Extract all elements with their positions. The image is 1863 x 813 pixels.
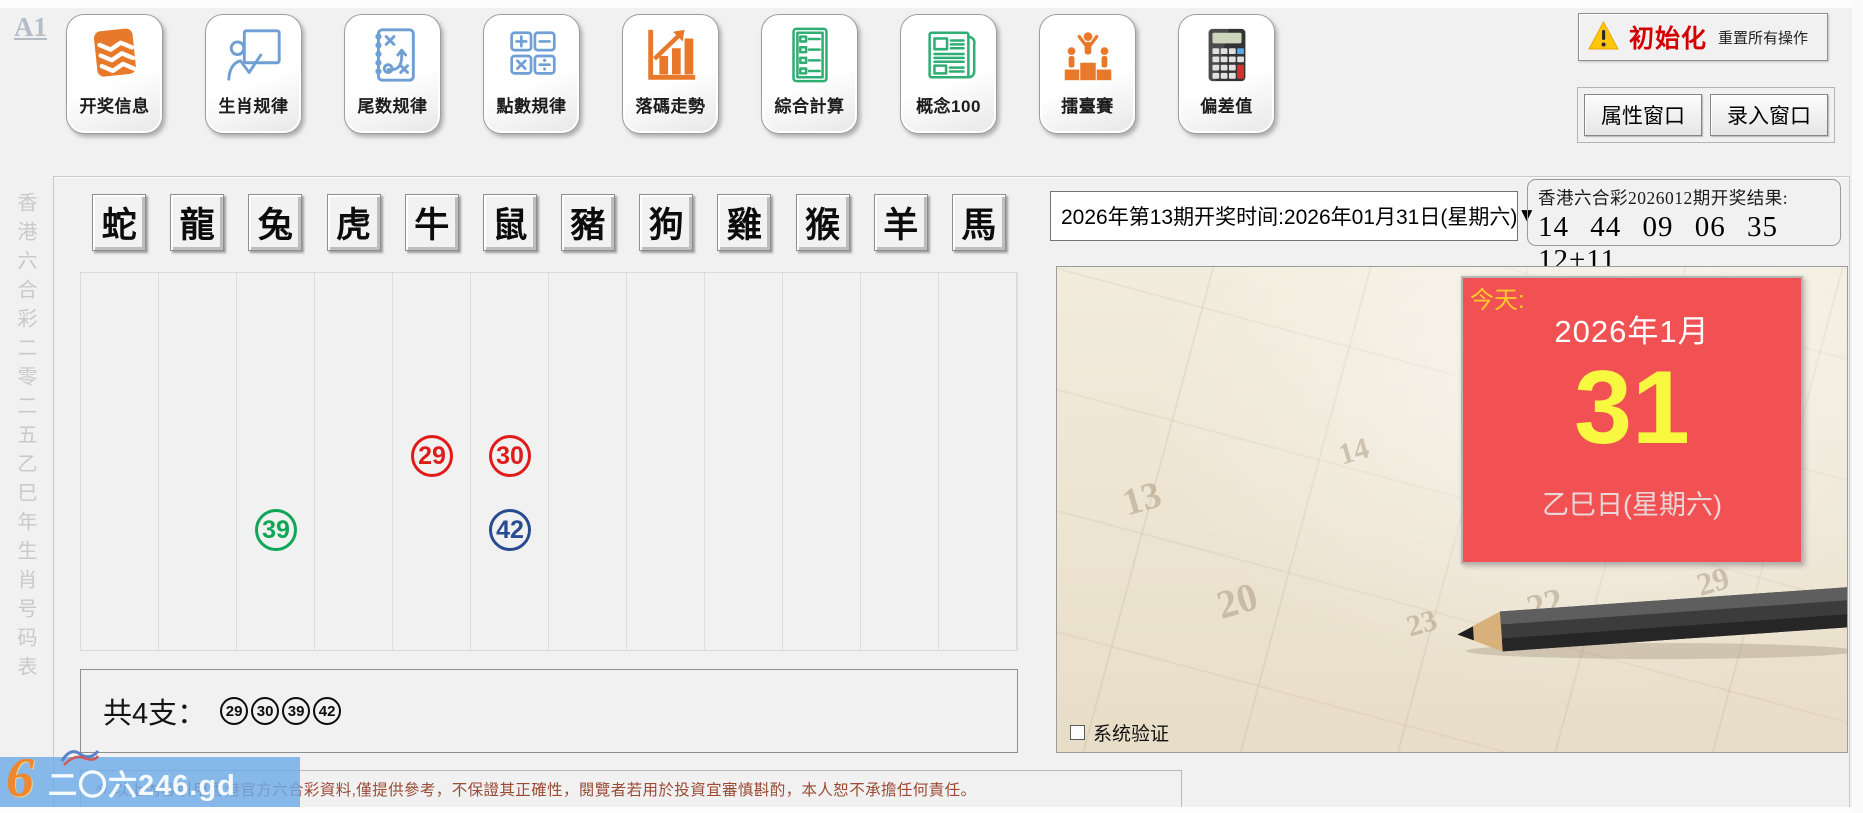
- calendar-faint-number: 14: [1334, 431, 1373, 472]
- zodiac-key-snake[interactable]: 蛇: [92, 194, 147, 251]
- toolbar-button-label: 落碼走勢: [635, 97, 706, 116]
- summary-number: 42: [313, 697, 342, 725]
- chart-column: [237, 273, 315, 650]
- zodiac-key-row: 蛇 龍 兔 虎 牛 鼠 豬 狗 雞 猴 羊 馬: [80, 194, 1018, 251]
- toolbar-button-tail-rules[interactable]: 尾数规律: [344, 14, 441, 134]
- toolbar-button-arena[interactable]: 擂臺賽: [1039, 14, 1136, 134]
- chart-column: [861, 273, 939, 650]
- chart-column: [783, 273, 861, 650]
- calendar-day: 31: [1574, 350, 1690, 466]
- initialize-sublabel: 重置所有操作: [1718, 29, 1809, 47]
- number-mark: 42: [489, 509, 531, 551]
- math-keys-icon: [501, 15, 563, 89]
- calendar-month: 2026年1月: [1554, 314, 1710, 349]
- zodiac-number-chart: 29 30 39 42: [80, 272, 1018, 651]
- window-bottom-edge: [0, 807, 1863, 813]
- calendar-faint-number: 23: [1402, 603, 1441, 644]
- window-buttons-group: 属性窗口 录入窗口: [1577, 87, 1835, 143]
- toolbar-button-label: 生肖规律: [218, 97, 289, 116]
- summary-number: 39: [282, 697, 311, 725]
- calculator-icon: [1196, 15, 1258, 89]
- toolbar-button-draw-info[interactable]: 开奖信息: [66, 14, 163, 134]
- toolbar-button-label: 綜合計算: [774, 97, 845, 116]
- zodiac-key-pig[interactable]: 豬: [561, 194, 616, 251]
- zodiac-key-goat[interactable]: 羊: [873, 194, 928, 251]
- zodiac-key-horse[interactable]: 馬: [951, 194, 1006, 251]
- zodiac-key-rooster[interactable]: 雞: [717, 194, 772, 251]
- warning-triangle-icon: [1587, 20, 1620, 54]
- left-border: [53, 176, 54, 807]
- teacher-board-icon: [223, 15, 285, 89]
- corner-label: A1: [14, 12, 47, 42]
- zodiac-key-dog[interactable]: 狗: [639, 194, 694, 251]
- result-title: 香港六合彩2026012期开奖结果:: [1538, 188, 1789, 208]
- system-verify-label: 系统验证: [1093, 724, 1170, 745]
- calendar-panel: 13 14 20 22 29 23 今天: 2026年1月 31 乙巳日(星期六…: [1056, 266, 1848, 753]
- right-border: [1849, 176, 1850, 807]
- zodiac-key-rat[interactable]: 鼠: [482, 194, 537, 251]
- zodiac-key-ox[interactable]: 牛: [404, 194, 459, 251]
- chart-column: [705, 273, 783, 650]
- chart-column: [627, 273, 705, 650]
- tactics-notebook-icon: [362, 15, 424, 89]
- number-mark: 29: [411, 435, 453, 477]
- summary-box: 共4支： 29 30 39 42: [80, 669, 1018, 753]
- vertical-title: 香港六合彩二零二五乙巳年生肖号码表: [14, 192, 36, 685]
- system-verify-row: 系统验证: [1070, 719, 1169, 746]
- zodiac-key-rabbit[interactable]: 兔: [248, 194, 303, 251]
- chart-column: [939, 273, 1017, 650]
- checklist-icon: [779, 15, 841, 89]
- ribbon-icon: [60, 745, 100, 772]
- toolbar-button-concept-100[interactable]: 概念100: [900, 14, 997, 134]
- chart-column: [549, 273, 627, 650]
- toolbar-button-zodiac-rules[interactable]: 生肖规律: [205, 14, 302, 134]
- watermark: 6 二〇六246.gd: [0, 750, 300, 808]
- zodiac-key-tiger[interactable]: 虎: [326, 194, 381, 251]
- bar-chart-icon: [640, 15, 702, 89]
- chart-column: [81, 273, 159, 650]
- chart-column: [315, 273, 393, 650]
- books-icon: [84, 15, 146, 89]
- newspaper-icon: [918, 15, 980, 89]
- calendar-day-info: 乙巳日(星期六): [1542, 490, 1722, 520]
- toolbar-button-trend[interactable]: 落碼走勢: [622, 14, 719, 134]
- pencil-image: [1457, 586, 1847, 659]
- today-calendar-card: 今天: 2026年1月 31 乙巳日(星期六): [1461, 276, 1803, 564]
- zodiac-key-monkey[interactable]: 猴: [795, 194, 850, 251]
- toolbar-button-deviation[interactable]: 偏差值: [1178, 14, 1275, 134]
- summary-number: 30: [251, 697, 280, 725]
- toolbar-button-label: 开奖信息: [79, 97, 150, 116]
- system-verify-checkbox[interactable]: [1070, 725, 1085, 740]
- main-toolbar: 开奖信息 生肖规律 尾数规律 點數規律 落碼走勢 綜合計算 概念100 擂臺賽 …: [66, 14, 1275, 134]
- property-window-button[interactable]: 属性窗口: [1584, 94, 1702, 136]
- chart-column: [159, 273, 237, 650]
- draw-selector-value: 2026年第13期开奖时间:2026年01月31日(星期六): [1061, 206, 1518, 229]
- toolbar-button-label: 偏差值: [1200, 97, 1253, 116]
- draw-selector-dropdown[interactable]: 2026年第13期开奖时间:2026年01月31日(星期六) ▼: [1050, 191, 1536, 241]
- number-mark: 39: [255, 509, 297, 551]
- toolbar-button-composite-calc[interactable]: 綜合計算: [761, 14, 858, 134]
- podium-icon: [1057, 15, 1119, 89]
- summary-label: 共4支：: [103, 698, 207, 730]
- toolbar-button-points-rules[interactable]: 點數規律: [483, 14, 580, 134]
- watermark-logo: 6: [6, 747, 34, 810]
- app-window: A1 开奖信息 生肖规律 尾数规律 點數規律 落碼走勢 綜合計算 概念100 擂…: [0, 0, 1863, 813]
- calendar-faint-number: 13: [1117, 473, 1167, 525]
- entry-window-button[interactable]: 录入窗口: [1710, 94, 1828, 136]
- initialize-label: 初始化: [1629, 25, 1708, 53]
- toolbar-button-label: 尾数规律: [357, 97, 428, 116]
- zodiac-key-dragon[interactable]: 龍: [170, 194, 225, 251]
- summary-number: 29: [220, 697, 249, 725]
- calendar-faint-number: 20: [1211, 573, 1263, 628]
- number-mark: 30: [489, 435, 531, 477]
- toolbar-button-label: 擂臺賽: [1061, 97, 1114, 116]
- result-panel: 香港六合彩2026012期开奖结果: 14 44 09 06 35 12+11: [1527, 179, 1841, 276]
- initialize-button[interactable]: 初始化 重置所有操作: [1578, 13, 1828, 61]
- toolbar-button-label: 概念100: [916, 97, 981, 116]
- top-divider: [53, 176, 1850, 177]
- toolbar-button-label: 點數規律: [496, 97, 567, 116]
